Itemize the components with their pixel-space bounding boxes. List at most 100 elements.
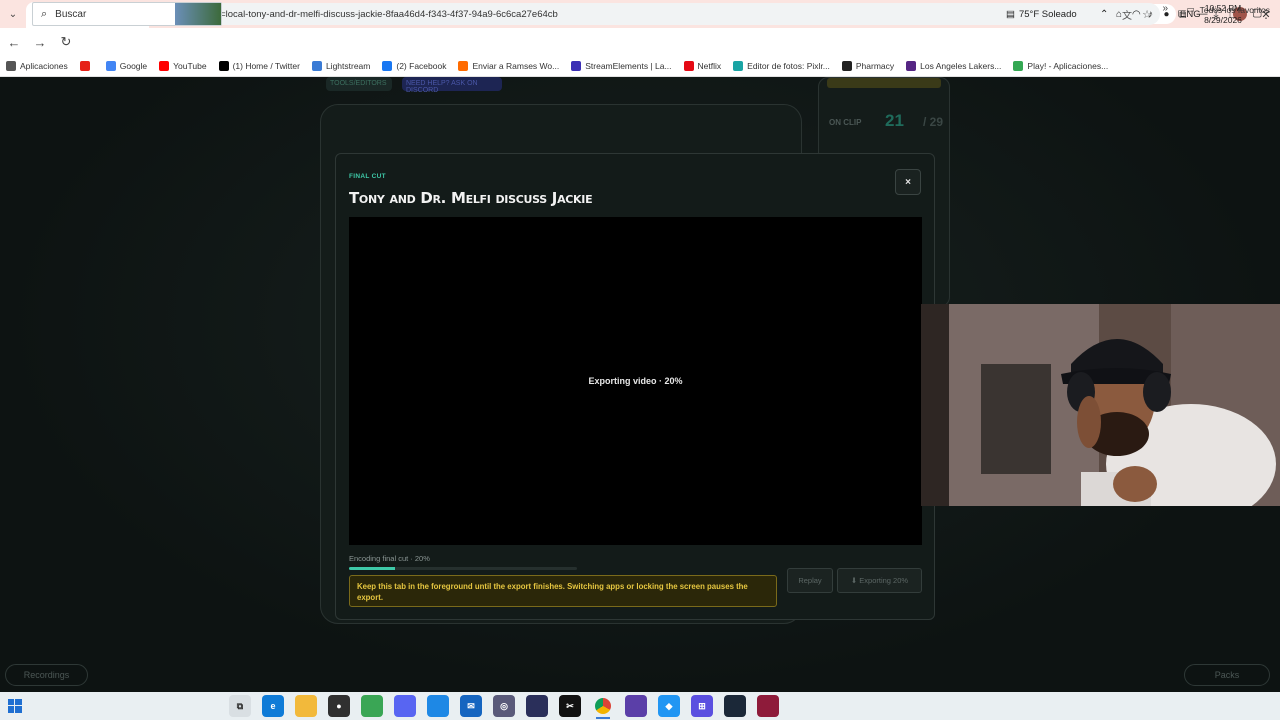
video-preview: Exporting video · 20% [349,217,922,545]
packs-button[interactable]: Packs [1184,664,1270,686]
webcam-overlay [921,304,1280,506]
bookmark-item[interactable]: StreamElements | La... [571,61,672,71]
bookmark-favicon-icon [733,61,744,71]
tray-mic-icon[interactable]: ⦁ [1164,0,1169,28]
bg-on-clip-label: ON CLIP [829,118,862,127]
bookmark-item[interactable]: Aplicaciones [6,61,68,71]
bg-tools-chip: TOOLS/EDITORS [326,77,392,91]
app-grid-icon[interactable]: ⊞ [691,695,713,717]
browser-toolbar: ← → ↻ [0,28,1280,56]
taskbar-clock[interactable]: 10:52 PM 8/29/2026 [1200,2,1246,26]
bg-clip-total: / 29 [923,115,944,129]
bookmark-favicon-icon [159,61,170,71]
taskbar-search[interactable]: ⌕ Buscar [32,2,222,26]
bookmark-label: (2) Facebook [396,61,447,71]
back-icon[interactable]: ← [2,30,26,54]
export-progress-bar [349,567,577,570]
obs-icon[interactable]: ● [328,695,350,717]
reload-icon[interactable]: ↻ [54,30,78,54]
bookmarks-bar: Aplicaciones Google YouTube (1) Home / Twit… [0,56,1280,77]
modal-eyebrow: FINAL CUT [349,173,386,180]
tab-search-icon[interactable]: ⌄ [0,0,26,28]
app-diamond-icon[interactable]: ◆ [658,695,680,717]
bookmark-item[interactable]: Enviar a Ramses Wo... [458,61,559,71]
bg-discord-chip: NEED HELP? ASK ON DISCORD [402,77,502,94]
bookmark-item[interactable] [79,61,94,71]
bookmark-favicon-icon [311,61,322,71]
address-bar[interactable]: ⚙ thechoicervoicer.app/?pack=local-tony-… [80,3,1160,25]
webcam-person-image [921,304,1280,506]
winrar-icon[interactable] [757,695,779,717]
app-circle-icon[interactable]: ◎ [493,695,515,717]
app-dark-icon[interactable] [526,695,548,717]
bookmark-item[interactable]: Netflix [683,61,722,71]
search-highlight-image [175,3,221,25]
bookmark-item[interactable]: (2) Facebook [382,61,446,71]
windows-start-icon[interactable] [0,692,30,720]
clock-date: 8/29/2026 [1204,15,1242,25]
forward-icon[interactable]: → [28,30,52,54]
bookmark-item[interactable]: Lightstream [311,61,371,71]
file-explorer-icon[interactable] [295,695,317,717]
tray-volume-icon[interactable]: ♪ [1148,0,1153,28]
app-blue-icon[interactable] [427,695,449,717]
bookmark-label: YouTube [173,61,207,71]
bookmark-label: Los Angeles Lakers... [920,61,1002,71]
bookmark-favicon-icon [458,61,469,71]
close-icon[interactable]: × [895,169,921,195]
mail-icon[interactable]: ✉ [460,695,482,717]
foreground-warning: Keep this tab in the foreground until th… [349,575,777,607]
weather-icon: ▤ [1006,8,1015,20]
bookmark-label: (1) Home / Twitter [232,61,300,71]
bookmark-label: Netflix [697,61,722,71]
weather-widget[interactable]: ▤ 75°F Soleado [1006,0,1077,28]
bookmark-item[interactable]: Play! - Aplicaciones... [1013,61,1108,71]
bookmark-favicon-icon [1013,61,1024,71]
bookmark-label: Editor de fotos: Pixlr... [747,61,830,71]
bookmark-favicon-icon [841,61,852,71]
weather-text: 75°F Soleado [1018,8,1077,20]
replay-button[interactable]: Replay [787,568,833,593]
edge-icon[interactable]: e [262,695,284,717]
export-progress-fill [349,567,395,570]
notifications-icon[interactable]: ▢ [1252,6,1268,22]
tray-chevron-icon[interactable]: ⌃ [1100,0,1108,28]
bookmark-item[interactable]: Google [105,61,148,71]
bookmark-label: Google [119,61,148,71]
bookmark-favicon-icon [105,61,116,71]
store-icon[interactable] [361,695,383,717]
bookmark-item[interactable]: YouTube [159,61,207,71]
taskbar-search-placeholder: Buscar [55,8,87,20]
bookmark-item[interactable]: Los Angeles Lakers... [906,61,1001,71]
tray-wifi-icon[interactable]: ◠ [1132,0,1141,28]
capcut-icon[interactable]: ✂ [559,695,581,717]
bookmark-item[interactable]: (1) Home / Twitter [218,61,300,71]
bg-yellow-button [827,78,941,88]
bookmark-favicon-icon [79,61,90,71]
bookmark-label: StreamElements | La... [585,61,672,71]
app-purple-icon[interactable] [625,695,647,717]
translate-icon[interactable]: 文 [1122,7,1132,22]
final-cut-modal: FINAL CUT Tony and Dr. Melfi discuss Jac… [335,153,935,620]
clock-time: 10:52 PM [1204,3,1242,13]
taskview-icon[interactable]: ⧉ [229,695,251,717]
bookmark-label: Enviar a Ramses Wo... [472,61,560,71]
bookmark-favicon-icon [6,61,16,71]
steam-icon[interactable] [724,695,746,717]
bookmark-favicon-icon [382,61,393,71]
encoding-status: Encoding final cut · 20% [349,554,430,563]
bookmark-favicon-icon [571,61,582,71]
export-button[interactable]: ⬇ Exporting 20% [837,568,922,593]
recordings-button[interactable]: Recordings [5,664,88,686]
tray-network-icon[interactable]: ⌂ [1116,0,1122,28]
bg-clip-current: 21 [885,111,904,130]
video-export-status: Exporting video · 20% [588,376,683,386]
bookmark-favicon-icon [683,61,694,71]
bookmark-item[interactable]: Editor de fotos: Pixlr... [733,61,830,71]
bookmark-label: Lightstream [325,61,371,71]
search-icon: ⌕ [41,7,48,20]
chrome-icon[interactable] [592,695,614,719]
discord-icon[interactable] [394,695,416,717]
bookmark-item[interactable]: Pharmacy [841,61,894,71]
tray-language[interactable]: ENG [1180,0,1201,28]
